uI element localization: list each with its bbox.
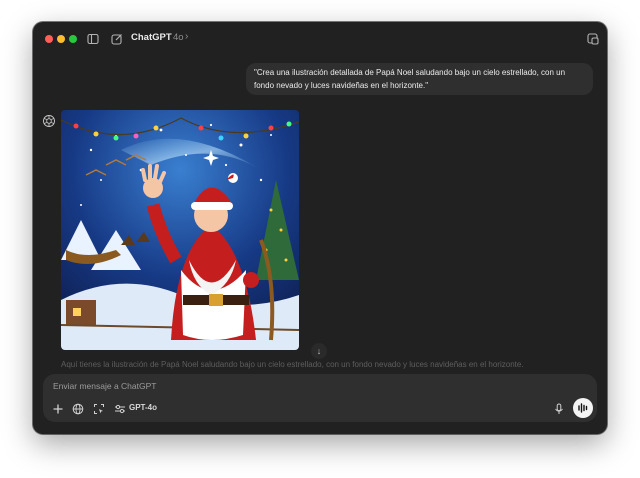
- model-button[interactable]: GPT-4o: [129, 403, 157, 412]
- title-bar: ChatGPT 4o ›: [33, 22, 607, 56]
- app-window: ChatGPT 4o › "Crea una ilustración detal…: [33, 22, 607, 434]
- minimize-window-button[interactable]: [57, 35, 65, 43]
- plus-icon[interactable]: [51, 402, 65, 416]
- assistant-message-text: Aquí tienes la ilustración de Papá Noel …: [61, 360, 524, 369]
- voice-mode-button[interactable]: [573, 398, 593, 418]
- sidebar-toggle-icon[interactable]: [86, 32, 100, 46]
- microphone-icon[interactable]: [552, 402, 566, 416]
- scroll-down-button[interactable]: ↓: [311, 343, 327, 359]
- generated-image-santa[interactable]: [61, 110, 299, 350]
- message-composer: GPT-4o: [43, 374, 597, 422]
- new-chat-icon[interactable]: [110, 32, 124, 46]
- message-input[interactable]: [53, 381, 573, 391]
- close-window-button[interactable]: [45, 35, 53, 43]
- zoom-window-button[interactable]: [69, 35, 77, 43]
- user-message: "Crea una ilustración detallada de Papá …: [246, 63, 593, 95]
- openai-logo-icon: [42, 114, 56, 128]
- sliders-icon[interactable]: [113, 402, 127, 416]
- chevron-right-icon[interactable]: ›: [185, 31, 188, 42]
- app-title[interactable]: ChatGPT: [131, 32, 172, 43]
- voice-mode-icon: [578, 403, 588, 413]
- globe-icon[interactable]: [71, 402, 85, 416]
- new-window-icon[interactable]: [586, 32, 600, 46]
- screen-capture-icon[interactable]: [92, 402, 106, 416]
- user-message-text: "Crea una ilustración detallada de Papá …: [254, 68, 566, 90]
- arrow-down-icon: ↓: [316, 346, 322, 356]
- model-selector-label[interactable]: 4o: [173, 32, 184, 43]
